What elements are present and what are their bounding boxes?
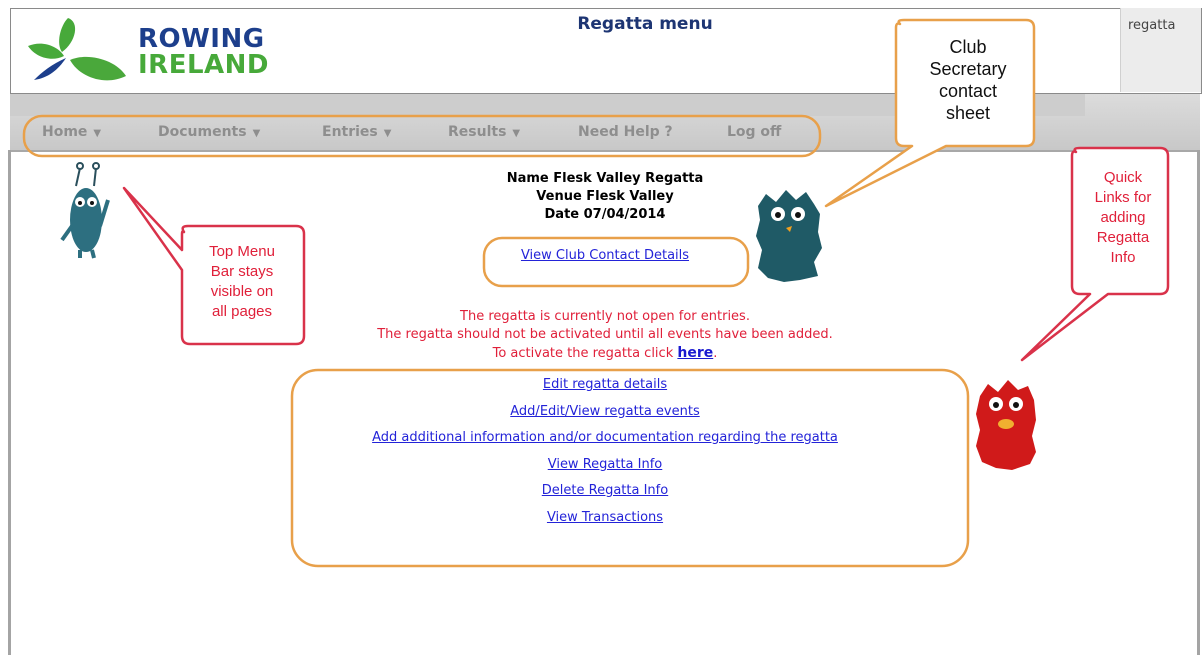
callout-line: adding	[1100, 209, 1146, 226]
rowing-ireland-logo-icon[interactable]	[22, 16, 134, 96]
callout-line: Quick	[1103, 169, 1143, 186]
callout-line: visible on	[210, 283, 274, 300]
callout-line: contact	[938, 81, 998, 101]
regatta-events-link[interactable]: Add/Edit/View regatta events	[300, 399, 910, 426]
edit-regatta-details-link[interactable]: Edit regatta details	[300, 372, 910, 399]
view-transactions-link[interactable]: View Transactions	[300, 505, 910, 532]
chevron-down-icon: ▼	[512, 128, 521, 139]
brand-logo-text: ROWING IRELAND	[138, 26, 269, 78]
regatta-venue: Venue Flesk Valley	[536, 189, 674, 204]
chevron-down-icon: ▼	[383, 128, 392, 139]
warning-line-2: The regatta should not be activated unti…	[377, 327, 833, 342]
callout-line: Links for	[1094, 189, 1152, 206]
callout-line: sheet	[945, 103, 991, 123]
nav-home[interactable]: Home ▼	[42, 124, 101, 140]
quick-links-callout: Quick Links for adding Regatta Info	[1077, 168, 1169, 268]
chevron-down-icon: ▼	[93, 128, 102, 139]
content-border-left	[8, 150, 11, 655]
regatta-date: Date 07/04/2014	[544, 207, 666, 222]
quick-links-list: Edit regatta details Add/Edit/View regat…	[300, 372, 910, 531]
nav-need-help[interactable]: Need Help ?	[578, 124, 673, 140]
callout-line: Bar stays	[210, 263, 274, 280]
top-menu-callout: Top Menu Bar stays visible on all pages	[188, 242, 296, 322]
activation-warning: The regatta is currently not open for en…	[300, 308, 910, 363]
callout-line: Secretary	[929, 59, 1007, 79]
warning-line-3-text: To activate the regatta click	[492, 346, 674, 361]
callout-line: Info	[1110, 249, 1136, 266]
nav-documents-label: Documents	[158, 124, 247, 140]
warning-line-1: The regatta is currently not open for en…	[460, 309, 750, 324]
nav-entries[interactable]: Entries ▼	[322, 124, 391, 140]
nav-home-label: Home	[42, 124, 88, 140]
nav-log-off-label: Log off	[727, 124, 782, 140]
page-title: Regatta menu	[577, 14, 713, 34]
view-club-contact-link[interactable]: View Club Contact Details	[521, 248, 689, 263]
activate-here-link[interactable]: here	[677, 345, 713, 361]
view-regatta-info-link[interactable]: View Regatta Info	[300, 452, 910, 479]
callout-line: Club	[949, 37, 987, 57]
warning-line-3: To activate the regatta click here.	[300, 344, 910, 363]
contact-link-wrapper: View Club Contact Details	[470, 248, 740, 263]
callout-line: Regatta	[1096, 229, 1150, 246]
nav-need-help-label: Need Help ?	[578, 124, 673, 140]
nav-documents[interactable]: Documents ▼	[158, 124, 260, 140]
nav-entries-label: Entries	[322, 124, 378, 140]
warning-period: .	[713, 346, 718, 361]
regatta-name: Name Flesk Valley Regatta	[506, 171, 704, 186]
chevron-down-icon: ▼	[252, 128, 261, 139]
callout-line: all pages	[211, 303, 273, 320]
teal-alien-monster-icon	[60, 162, 110, 259]
logo-line1: ROWING	[138, 24, 265, 54]
nav-results[interactable]: Results ▼	[448, 124, 520, 140]
content-border-right	[1197, 150, 1200, 655]
club-secretary-callout: Club Secretary contact sheet	[905, 36, 1031, 124]
user-name: regatta	[1128, 18, 1176, 33]
fuzzy-red-monster-icon	[976, 380, 1036, 470]
nav-log-off[interactable]: Log off	[727, 124, 781, 140]
add-documentation-link[interactable]: Add additional information and/or docume…	[300, 425, 910, 452]
nav-results-label: Results	[448, 124, 507, 140]
regatta-info: Name Flesk Valley Regatta Venue Flesk Va…	[420, 170, 790, 224]
delete-regatta-info-link[interactable]: Delete Regatta Info	[300, 478, 910, 505]
callout-line: Top Menu	[209, 243, 275, 260]
logo-line2: IRELAND	[138, 50, 269, 80]
